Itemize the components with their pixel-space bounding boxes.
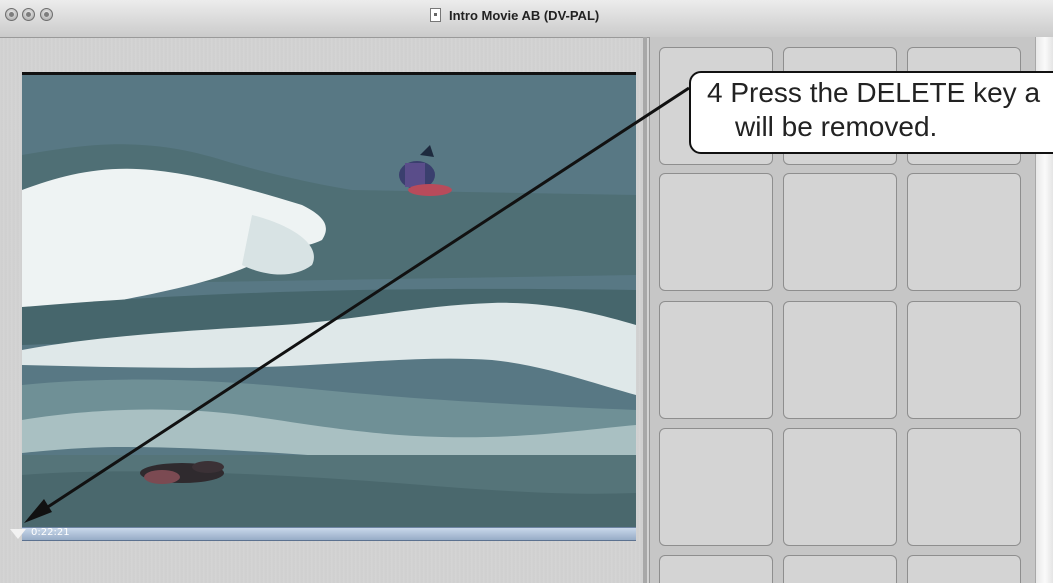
imovie-window: Intro Movie AB (DV-PAL) 0:22:21 4 Press …	[0, 0, 1053, 583]
callout-arrow	[24, 86, 690, 523]
arrowhead-icon	[24, 499, 52, 523]
